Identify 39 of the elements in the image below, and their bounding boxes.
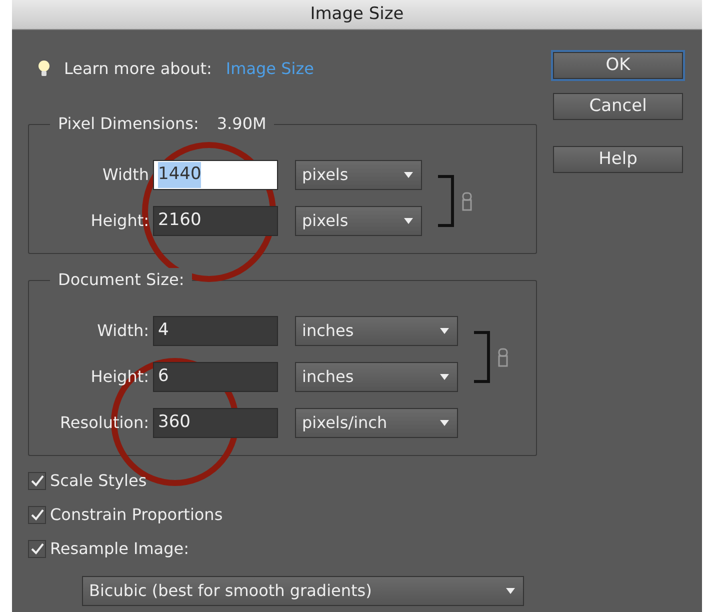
number-field[interactable]: 4 <box>153 316 278 346</box>
field-label: Height: <box>90 210 150 232</box>
learn-more-label: Learn more about: <box>64 58 212 80</box>
caret-icon <box>440 420 449 426</box>
unit-dropdown[interactable]: inches <box>295 316 458 346</box>
unit-dropdown[interactable]: inches <box>295 362 458 392</box>
window-title: Image Size <box>12 0 702 30</box>
caret-icon <box>404 172 413 178</box>
checkbox[interactable] <box>28 540 46 558</box>
resample-dropdown[interactable]: Bicubic (best for smooth gradients) <box>82 576 524 606</box>
unit-dropdown[interactable]: pixels <box>295 160 422 190</box>
field-label: Width <box>102 164 150 186</box>
field-label: Width: <box>96 320 150 342</box>
group-title: Pixel Dimensions: <box>58 113 199 135</box>
caret-icon <box>404 218 413 224</box>
field-label: Resolution: <box>59 412 150 434</box>
number-field[interactable]: 1440 <box>153 160 278 190</box>
dialog-button[interactable]: OK <box>553 52 683 79</box>
unit-dropdown[interactable]: pixels <box>295 206 422 236</box>
checkbox-label: Constrain Proportions <box>50 504 223 526</box>
checkbox[interactable] <box>28 472 46 490</box>
checkbox[interactable] <box>28 506 46 524</box>
lock-icon <box>462 192 472 212</box>
lock-icon <box>498 348 508 368</box>
dialog-button[interactable]: Cancel <box>553 93 683 120</box>
unit-dropdown[interactable]: pixels/inch <box>295 408 458 438</box>
checkbox-label: Resample Image: <box>50 538 189 560</box>
lightbulb-icon <box>38 60 50 78</box>
caret-icon <box>506 588 515 594</box>
caret-icon <box>440 374 449 380</box>
group-title: Document Size: <box>58 269 184 291</box>
number-field[interactable]: 2160 <box>153 206 278 236</box>
dialog-button[interactable]: Help <box>553 146 683 173</box>
caret-icon <box>440 328 449 334</box>
checkbox-label: Scale Styles <box>50 470 147 492</box>
number-field[interactable]: 360 <box>153 408 278 438</box>
field-label: Height: <box>90 366 150 388</box>
number-field[interactable]: 6 <box>153 362 278 392</box>
image-size-value: 3.90M <box>216 113 266 135</box>
